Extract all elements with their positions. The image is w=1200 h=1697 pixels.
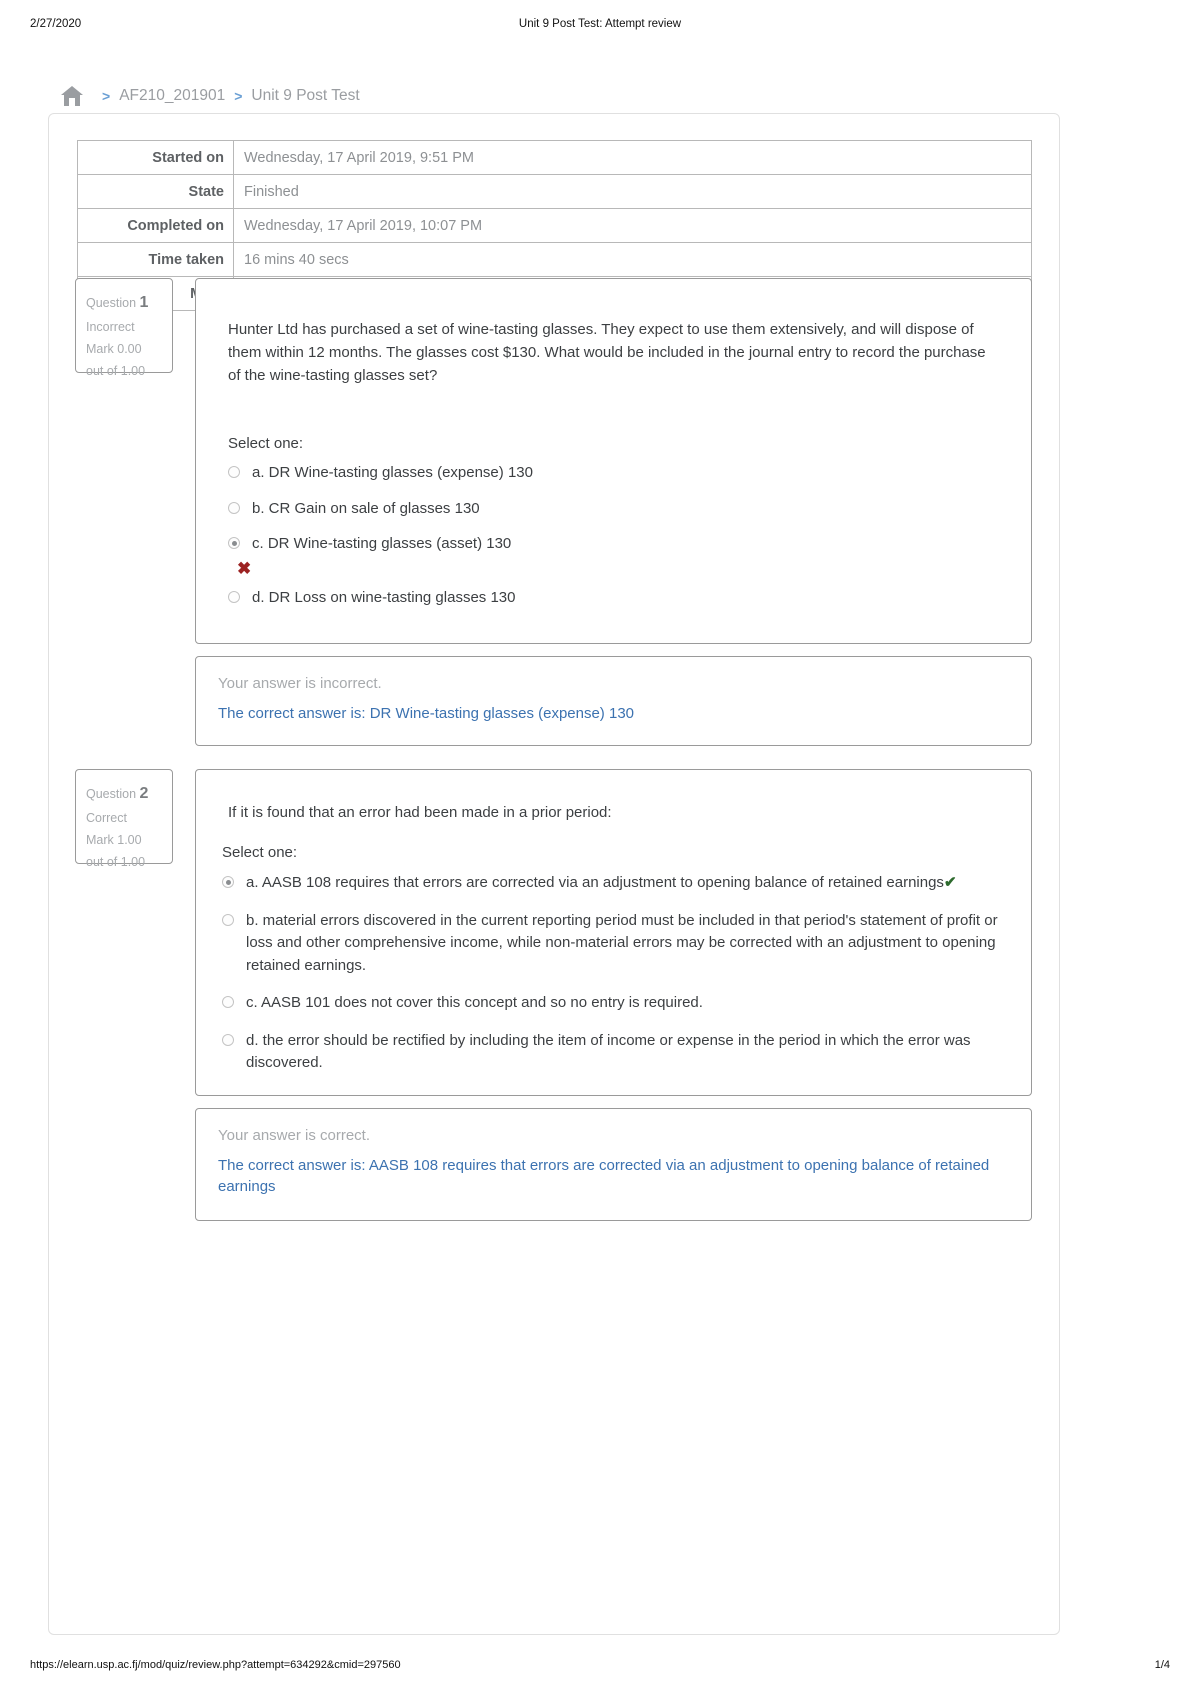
option-label: c. AASB 101 does not cover this concept … — [246, 994, 703, 1011]
summary-value-time-taken: 16 mins 40 secs — [233, 242, 1032, 277]
radio-icon-selected[interactable] — [228, 537, 240, 549]
radio-icon[interactable] — [222, 996, 234, 1008]
breadcrumb-separator-2: > — [234, 88, 243, 104]
option-label: c. DR Wine-tasting glasses (asset) 130 — [252, 535, 512, 552]
print-page-number: 1/4 — [1154, 1659, 1170, 1671]
radio-icon-selected[interactable] — [222, 876, 234, 888]
option-label: a. AASB 108 requires that errors are cor… — [246, 872, 1012, 895]
question-1-feedback-status: Your answer is incorrect. — [218, 675, 382, 692]
radio-icon[interactable] — [222, 913, 234, 926]
summary-value-completed-on: Wednesday, 17 April 2019, 10:07 PM — [233, 208, 1032, 243]
option-label: a. DR Wine-tasting glasses (expense) 130 — [252, 464, 533, 481]
radio-icon[interactable] — [222, 1033, 234, 1046]
question-2-status: Correct — [86, 811, 127, 825]
question-1-option-c[interactable]: c. DR Wine-tasting glasses (asset) 130 — [228, 533, 998, 556]
question-1-option-a[interactable]: a. DR Wine-tasting glasses (expense) 130 — [228, 462, 998, 485]
breadcrumb-item-course[interactable]: AF210_201901 — [119, 87, 225, 105]
question-2-select-one-label: Select one: — [222, 844, 298, 861]
question-1-incorrect-marker-row: ✖ — [228, 560, 998, 577]
question-1-feedback: Your answer is incorrect. The correct an… — [195, 656, 1032, 746]
print-document-title: Unit 9 Post Test: Attempt review — [518, 18, 682, 30]
print-source-url: https://elearn.usp.ac.fj/mod/quiz/review… — [30, 1659, 401, 1671]
radio-icon[interactable] — [228, 466, 240, 478]
question-1-stem: Hunter Ltd has purchased a set of wine-t… — [228, 321, 986, 384]
option-label: b. CR Gain on sale of glasses 130 — [252, 499, 480, 517]
question-2-answer-list: a. AASB 108 requires that errors are cor… — [222, 872, 1012, 1088]
question-2-number: 2 — [139, 785, 149, 802]
print-header: 2/27/2020 Unit 9 Post Test: Attempt revi… — [0, 18, 1200, 34]
question-2-mark: Mark 1.00 out of 1.00 — [86, 832, 146, 869]
table-row: Time taken 16 mins 40 secs — [77, 242, 1032, 277]
option-label: b. material errors discovered in the cur… — [246, 911, 998, 974]
question-1-info: Question 1 Incorrect Mark 0.00 out of 1.… — [75, 278, 173, 378]
question-2-feedback: Your answer is correct. The correct answ… — [195, 1108, 1032, 1221]
question-2-label: Question — [86, 787, 140, 801]
question-1-label: Question — [86, 296, 140, 310]
table-row: Started on Wednesday, 17 April 2019, 9:5… — [77, 140, 1032, 175]
summary-key-state: State — [77, 174, 234, 209]
breadcrumb-separator-1: > — [102, 88, 111, 104]
question-1-select-one-label: Select one: — [228, 435, 304, 452]
summary-value-started-on: Wednesday, 17 April 2019, 9:51 PM — [233, 140, 1032, 175]
question-1-body: Hunter Ltd has purchased a set of wine-t… — [195, 278, 1032, 644]
cross-icon: ✖ — [237, 558, 252, 578]
breadcrumb-item-quiz[interactable]: Unit 9 Post Test — [251, 87, 359, 105]
question-1-number-line: Question 1 — [86, 289, 162, 317]
radio-icon[interactable] — [228, 590, 240, 603]
question-2-info: Question 2 Correct Mark 1.00 out of 1.00 — [75, 769, 173, 869]
question-2-body: If it is found that an error had been ma… — [195, 769, 1032, 1096]
question-2-option-c[interactable]: c. AASB 101 does not cover this concept … — [222, 992, 1012, 1015]
option-label: d. DR Loss on wine-tasting glasses 130 — [252, 588, 516, 606]
option-text: a. AASB 108 requires that errors are cor… — [246, 874, 944, 891]
question-1-mark: Mark 0.00 out of 1.00 — [86, 341, 146, 378]
question-1-correct-answer: The correct answer is: DR Wine-tasting g… — [218, 705, 635, 722]
table-row: Completed on Wednesday, 17 April 2019, 1… — [77, 208, 1032, 243]
question-1-option-d[interactable]: d. DR Loss on wine-tasting glasses 130 — [228, 587, 998, 610]
question-2-option-b[interactable]: b. material errors discovered in the cur… — [222, 910, 1012, 978]
question-2-number-line: Question 2 — [86, 780, 162, 808]
question-2-feedback-status: Your answer is correct. — [218, 1127, 371, 1144]
breadcrumb: > AF210_201901 > Unit 9 Post Test — [60, 85, 360, 107]
summary-value-state: Finished — [233, 174, 1032, 209]
tick-icon: ✔ — [943, 874, 957, 891]
question-1-number: 1 — [139, 294, 149, 311]
question-1-status: Incorrect — [86, 320, 135, 334]
table-row: State Finished — [77, 174, 1032, 209]
quiz-review-card: Started on Wednesday, 17 April 2019, 9:5… — [48, 113, 1060, 1635]
option-label: d. the error should be rectified by incl… — [246, 1031, 971, 1072]
question-2-option-a[interactable]: a. AASB 108 requires that errors are cor… — [222, 872, 1012, 895]
home-icon[interactable] — [60, 85, 84, 107]
question-2-option-d[interactable]: d. the error should be rectified by incl… — [222, 1030, 1012, 1075]
question-2-correct-answer: The correct answer is: AASB 108 requires… — [218, 1157, 990, 1196]
radio-icon[interactable] — [228, 501, 240, 514]
summary-key-started-on: Started on — [77, 140, 234, 175]
summary-key-completed-on: Completed on — [77, 208, 234, 243]
question-2-stem: If it is found that an error had been ma… — [228, 804, 612, 821]
print-footer: https://elearn.usp.ac.fj/mod/quiz/review… — [0, 1659, 1200, 1675]
question-1-option-b[interactable]: b. CR Gain on sale of glasses 130 — [228, 498, 998, 521]
summary-key-time-taken: Time taken — [77, 242, 234, 277]
question-1-answer-list: a. DR Wine-tasting glasses (expense) 130… — [228, 462, 998, 622]
